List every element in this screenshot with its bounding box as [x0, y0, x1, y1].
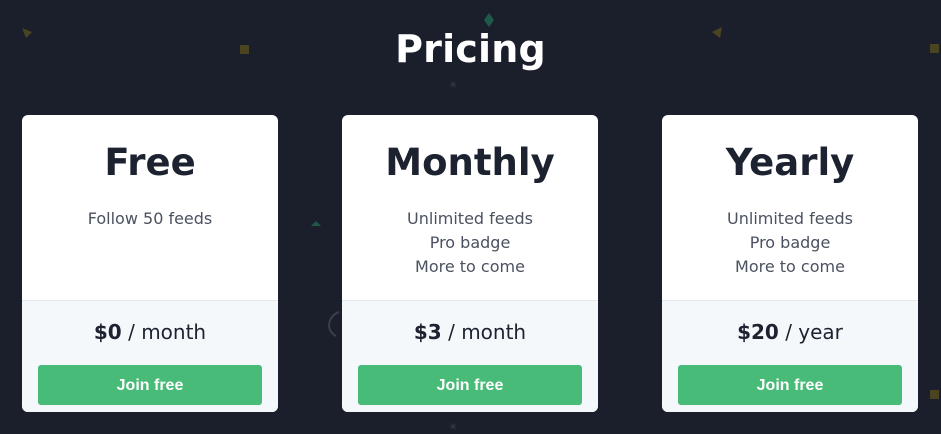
page-title: Pricing [395, 27, 546, 71]
price: $3 / month [342, 318, 598, 346]
join-free-button[interactable]: Join free [38, 365, 262, 405]
feature-list: Follow 50 feeds [22, 207, 278, 231]
price: $0 / month [22, 318, 278, 346]
card-footer: $20 / year Join free [662, 301, 918, 412]
feature-item: Unlimited feeds [407, 209, 533, 228]
feature-item: More to come [735, 257, 845, 276]
join-free-button[interactable]: Join free [678, 365, 902, 405]
price-period: / month [128, 320, 207, 344]
price-amount: $3 [413, 320, 442, 344]
square-decoration-icon [930, 390, 939, 399]
triangle-decoration-icon [311, 221, 321, 226]
asterisk-decoration-icon: ✳ [449, 422, 457, 433]
price-amount: $20 [737, 320, 779, 344]
feature-list: Unlimited feeds Pro badge More to come [662, 207, 918, 279]
card-footer: $0 / month Join free [22, 301, 278, 412]
price: $20 / year [662, 318, 918, 346]
feature-item: More to come [415, 257, 525, 276]
pricing-card-monthly: Monthly Unlimited feeds Pro badge More t… [342, 115, 598, 412]
price-period: / month [448, 320, 527, 344]
card-header: Yearly Unlimited feeds Pro badge More to… [662, 115, 918, 301]
feature-item: Pro badge [749, 233, 831, 252]
feature-item: Follow 50 feeds [87, 209, 213, 228]
asterisk-decoration-icon: ✳ [449, 80, 457, 91]
plan-name: Yearly [725, 141, 855, 184]
pricing-card-free: Free Follow 50 feeds $0 / month Join fre… [22, 115, 278, 412]
pricing-card-yearly: Yearly Unlimited feeds Pro badge More to… [662, 115, 918, 412]
plan-name: Monthly [385, 141, 555, 184]
feature-list: Unlimited feeds Pro badge More to come [342, 207, 598, 279]
card-header: Monthly Unlimited feeds Pro badge More t… [342, 115, 598, 301]
arc-decoration-icon [328, 311, 340, 337]
join-free-button[interactable]: Join free [358, 365, 582, 405]
plan-name: Free [104, 141, 196, 184]
feature-item: Unlimited feeds [727, 209, 853, 228]
price-period: / year [785, 320, 843, 344]
card-header: Free Follow 50 feeds [22, 115, 278, 301]
price-amount: $0 [93, 320, 122, 344]
card-footer: $3 / month Join free [342, 301, 598, 412]
feature-item: Pro badge [429, 233, 511, 252]
